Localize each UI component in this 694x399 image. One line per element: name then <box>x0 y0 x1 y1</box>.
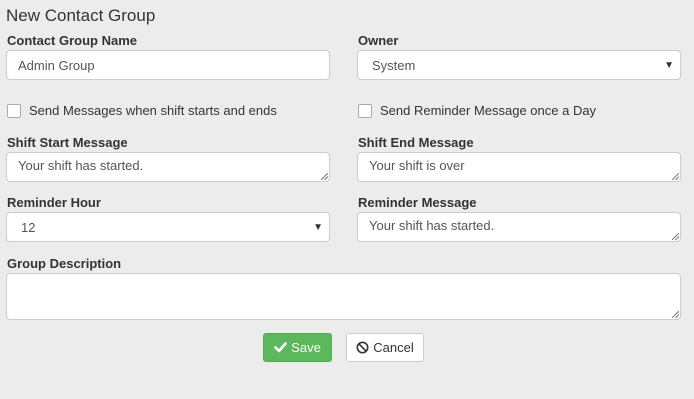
owner-select-value: System <box>372 57 416 73</box>
send-reminder-daily-option[interactable]: Send Reminder Message once a Day <box>358 103 596 118</box>
cancel-button-label: Cancel <box>373 340 414 355</box>
caret-down-icon: ▼ <box>313 221 323 233</box>
reminder-message-label: Reminder Message <box>358 195 477 210</box>
send-reminder-daily-checkbox[interactable] <box>358 103 372 118</box>
group-description-textarea[interactable] <box>6 273 681 320</box>
owner-select[interactable]: System ▼ <box>357 50 681 80</box>
group-name-label: Contact Group Name <box>7 33 138 48</box>
cancel-button[interactable]: Cancel <box>346 333 424 362</box>
group-description-wrapper <box>6 273 681 320</box>
send-messages-shift-label: Send Messages when shift starts and ends <box>29 103 277 118</box>
form-title: New Contact Group <box>6 6 156 25</box>
reminder-hour-select[interactable]: 12 ▼ <box>6 212 330 242</box>
save-button-label: Save <box>291 340 321 355</box>
shift-start-message-textarea[interactable]: Your shift has started. <box>6 152 330 182</box>
send-messages-shift-checkbox[interactable] <box>7 103 21 118</box>
shift-end-message-textarea[interactable]: Your shift is over <box>357 152 681 182</box>
send-reminder-daily-label: Send Reminder Message once a Day <box>380 103 597 118</box>
group-name-input[interactable] <box>6 50 330 80</box>
shift-start-message-wrapper: Your shift has started. <box>6 152 330 182</box>
reminder-hour-label: Reminder Hour <box>7 195 101 210</box>
resize-grip-icon[interactable] <box>672 233 679 240</box>
reminder-hour-select-value: 12 <box>21 219 36 235</box>
resize-grip-icon[interactable] <box>672 311 679 318</box>
reminder-message-wrapper: Your shift has started. <box>357 212 681 242</box>
reminder-message-textarea[interactable]: Your shift has started. <box>357 212 681 242</box>
send-messages-shift-option[interactable]: Send Messages when shift starts and ends <box>7 103 277 118</box>
ban-icon <box>356 341 369 354</box>
shift-end-message-label: Shift End Message <box>358 135 474 150</box>
group-description-label: Group Description <box>7 256 122 271</box>
shift-end-message-wrapper: Your shift is over <box>357 152 681 182</box>
owner-label: Owner <box>358 33 399 48</box>
check-icon <box>274 342 287 353</box>
shift-start-message-label: Shift Start Message <box>7 135 128 150</box>
resize-grip-icon[interactable] <box>321 173 328 180</box>
save-button[interactable]: Save <box>263 333 332 362</box>
resize-grip-icon[interactable] <box>672 173 679 180</box>
caret-down-icon: ▼ <box>664 59 674 71</box>
